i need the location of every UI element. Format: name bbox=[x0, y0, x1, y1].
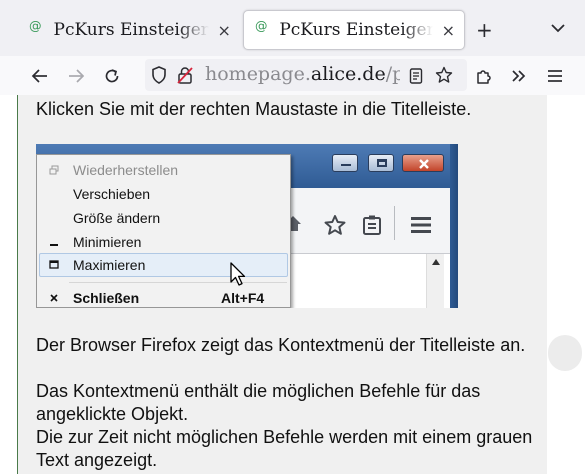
clipboard-icon bbox=[363, 215, 381, 235]
tab-title: PcKurs Einsteiger – Kontextmenü bbox=[279, 20, 433, 40]
puzzle-extensions-icon bbox=[477, 70, 491, 84]
paragraph-firefox-menu: Der Browser Firefox zeigt das Kontextmen… bbox=[36, 335, 526, 355]
menu-item-close: Schließen Alt+F4 bbox=[37, 286, 290, 308]
menu-item-resize: Größe ändern bbox=[37, 206, 290, 230]
page-content[interactable]: Klicken Sie mit der rechten Maustaste in… bbox=[0, 95, 585, 474]
app-menu-button[interactable] bbox=[545, 66, 565, 86]
extensions-button[interactable] bbox=[474, 66, 494, 86]
site-favicon-icon: @ bbox=[29, 18, 42, 33]
floating-scroll-handle[interactable] bbox=[548, 335, 582, 371]
forward-arrow-icon bbox=[69, 69, 85, 83]
url-path: /pckurs bbox=[385, 63, 400, 85]
forward-button[interactable] bbox=[66, 66, 86, 86]
svg-text:@: @ bbox=[255, 18, 267, 33]
menu-item-label: Verschieben bbox=[73, 186, 151, 202]
titlebar-context-menu: Wiederherstellen Verschieben Größe änder… bbox=[36, 154, 291, 308]
menu-item-label: Größe ändern bbox=[73, 210, 161, 226]
minimize-icon bbox=[49, 237, 59, 247]
shield-icon[interactable] bbox=[151, 66, 167, 84]
url-domain: alice.de bbox=[310, 63, 386, 85]
caption-maximize-icon bbox=[368, 154, 394, 172]
caption-close-icon bbox=[402, 154, 444, 172]
list-all-tabs-chevron-down-icon[interactable] bbox=[550, 22, 566, 34]
menu-item-label: Maximieren bbox=[73, 257, 146, 273]
tab-active[interactable]: @ PcKurs Einsteiger – Kontextmenü × bbox=[243, 10, 465, 50]
paragraph-possible-commands: Das Kontextmenü enthält die möglichen Be… bbox=[36, 381, 481, 424]
menu-separator bbox=[69, 282, 287, 283]
menu-item-maximize: Maximieren bbox=[39, 253, 288, 277]
tab-close-icon[interactable]: × bbox=[217, 21, 233, 40]
mouse-cursor-icon bbox=[230, 262, 246, 286]
insecure-lock-icon[interactable] bbox=[177, 66, 193, 84]
menu-item-minimize: Minimieren bbox=[37, 230, 290, 254]
hamburger-menu-icon bbox=[411, 217, 431, 233]
toolbar-separator bbox=[394, 206, 395, 240]
intro-text: Klicken Sie mit der rechten Maustaste in… bbox=[36, 99, 472, 119]
url-prefix: homepage. bbox=[205, 63, 311, 85]
window-frame-right bbox=[450, 144, 458, 308]
url-text[interactable]: homepage.alice.de/pckurs bbox=[205, 63, 400, 85]
restore-icon bbox=[49, 165, 59, 175]
context-menu-screenshot: Wiederherstellen Verschieben Größe änder… bbox=[36, 144, 458, 308]
paragraph-disabled-commands: Die zur Zeit nicht möglichen Befehle wer… bbox=[36, 427, 533, 470]
back-button[interactable] bbox=[30, 66, 50, 86]
bookmark-star-icon[interactable] bbox=[435, 66, 453, 84]
menu-item-accelerator: Alt+F4 bbox=[221, 290, 265, 306]
reload-button[interactable] bbox=[102, 66, 122, 86]
tab-strip: @ PcKurs Einsteiger – Kontextmenü × @ Pc… bbox=[0, 0, 585, 56]
menu-item-move: Verschieben bbox=[37, 182, 290, 206]
menu-item-label: Schließen bbox=[73, 290, 140, 306]
url-bar[interactable]: homepage.alice.de/pckurs bbox=[145, 59, 467, 91]
bookmark-star-icon bbox=[324, 215, 346, 235]
tab-close-icon[interactable]: × bbox=[441, 21, 456, 40]
maximize-icon bbox=[49, 260, 59, 270]
navigation-toolbar: homepage.alice.de/pckurs bbox=[0, 56, 585, 95]
tab-inactive[interactable]: @ PcKurs Einsteiger – Kontextmenü × bbox=[18, 10, 240, 50]
tab-title: PcKurs Einsteiger – Kontextmenü bbox=[53, 20, 209, 40]
caption-minimize-icon bbox=[332, 154, 358, 172]
svg-text:@: @ bbox=[29, 18, 42, 33]
menu-item-label: Minimieren bbox=[73, 234, 142, 250]
double-chevron-right-icon bbox=[512, 70, 526, 82]
menu-item-restore: Wiederherstellen bbox=[37, 158, 290, 182]
screenshot-scrollbar bbox=[426, 254, 444, 308]
site-favicon-icon: @ bbox=[255, 18, 267, 33]
scroll-up-arrow-icon bbox=[432, 259, 440, 265]
menu-item-label: Wiederherstellen bbox=[73, 162, 179, 178]
new-tab-button[interactable]: + bbox=[476, 20, 493, 40]
overflow-menu-button[interactable] bbox=[509, 66, 529, 86]
back-arrow-icon bbox=[31, 69, 47, 83]
hamburger-menu-icon bbox=[548, 70, 562, 82]
close-icon bbox=[49, 293, 59, 303]
reader-view-icon[interactable] bbox=[409, 68, 423, 84]
reload-icon bbox=[105, 69, 119, 83]
